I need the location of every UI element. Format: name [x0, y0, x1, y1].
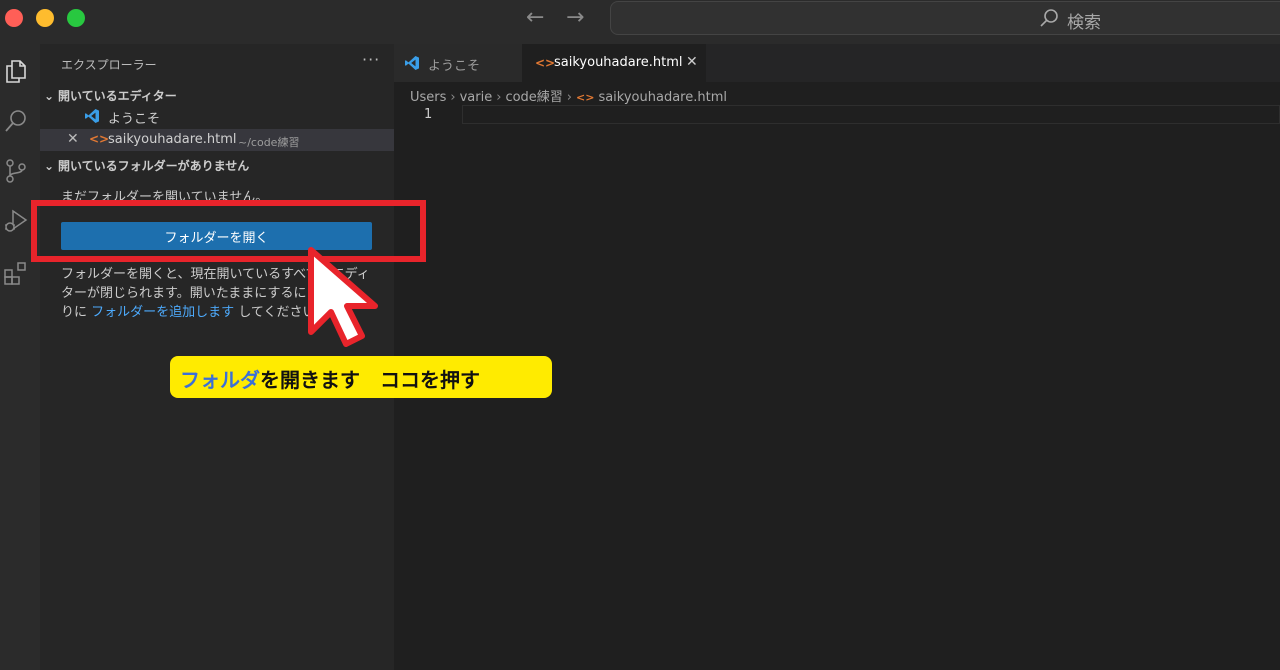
close-icon[interactable]: ✕ [67, 131, 79, 147]
open-editor-item-html[interactable]: ✕ <> saikyouhadare.html ~/code練習 [40, 129, 394, 151]
search-icon[interactable] [3, 108, 29, 134]
maximize-window-button[interactable] [67, 9, 85, 27]
chevron-down-icon: ⌄ [44, 159, 55, 173]
no-folder-header[interactable]: ⌄ 開いているフォルダーがありません [44, 157, 249, 174]
breadcrumb-item[interactable]: Users [410, 90, 446, 105]
search-label: 検索 [1067, 13, 1101, 33]
title-bar: ← → 検索 [0, 0, 1280, 44]
tab-label: ようこそ [428, 59, 481, 74]
code-editor-line[interactable] [462, 105, 1280, 124]
minimize-window-button[interactable] [36, 9, 54, 27]
open-editor-item-welcome[interactable]: ようこそ [40, 105, 394, 127]
chevron-down-icon: ⌄ [44, 89, 55, 103]
html-icon: <> [535, 56, 556, 70]
breadcrumb-item[interactable]: saikyouhadare.html [598, 90, 727, 105]
open-editor-path: ~/code練習 [238, 136, 300, 149]
breadcrumb-item[interactable]: varie [460, 90, 493, 105]
open-editor-label: ようこそ [108, 112, 161, 127]
add-folder-link[interactable]: フォルダーを追加します [91, 305, 234, 320]
explorer-icon[interactable] [3, 58, 29, 84]
tab-welcome[interactable]: ようこそ [394, 44, 522, 82]
more-actions-icon[interactable]: ··· [362, 50, 380, 69]
back-arrow-icon[interactable]: ← [526, 6, 544, 30]
run-debug-icon[interactable] [3, 208, 29, 234]
vscode-icon [405, 56, 419, 70]
editor-tab-bar: ようこそ <> saikyouhadare.html ✕ [394, 44, 1280, 82]
chevron-right-icon: › [450, 90, 456, 105]
chevron-right-icon: › [566, 90, 572, 105]
close-icon[interactable]: ✕ [686, 54, 698, 70]
open-editors-header[interactable]: ⌄ 開いているエディター [44, 87, 177, 104]
html-icon: <> [576, 91, 595, 104]
chevron-right-icon: › [496, 90, 502, 105]
activity-bar [0, 44, 40, 670]
command-center-search[interactable]: 検索 [610, 1, 1280, 35]
callout-accent-text: フォルダ [180, 368, 260, 392]
pointer-arrow-icon [308, 247, 378, 347]
tab-saikyouhadare-html[interactable]: <> saikyouhadare.html ✕ [522, 44, 706, 82]
vscode-icon [85, 109, 99, 123]
tab-label: saikyouhadare.html [554, 55, 683, 70]
close-window-button[interactable] [5, 9, 23, 27]
sidebar-title: エクスプローラー [61, 58, 157, 72]
open-editors-label: 開いているエディター [58, 89, 177, 103]
html-icon: <> [89, 132, 110, 146]
open-editor-label: saikyouhadare.html [108, 132, 237, 147]
extensions-icon[interactable] [3, 260, 29, 286]
search-icon [1040, 9, 1058, 27]
callout-text: フォルダを開きます ココを押す [180, 364, 480, 393]
breadcrumb: Users › varie › code練習 › <> saikyouhadare.html [410, 86, 727, 105]
callout-rest-text: を開きます ココを押す [260, 368, 480, 392]
no-folder-label: 開いているフォルダーがありません [58, 159, 250, 173]
source-control-icon[interactable] [3, 158, 29, 184]
forward-arrow-icon[interactable]: → [566, 6, 584, 30]
breadcrumb-item[interactable]: code練習 [505, 90, 562, 105]
line-number: 1 [424, 107, 433, 122]
instruction-callout: フォルダを開きます ココを押す [170, 356, 552, 398]
